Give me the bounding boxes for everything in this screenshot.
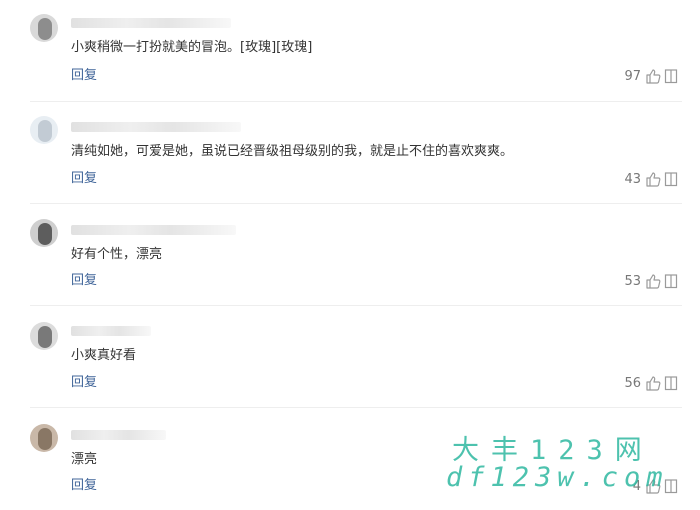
like-count: 56	[624, 375, 641, 391]
avatar[interactable]	[30, 116, 58, 144]
like-count: 53	[624, 273, 641, 289]
avatar[interactable]	[30, 424, 58, 452]
tray-icon[interactable]	[664, 68, 678, 84]
comment-text: 好有个性，漂亮	[71, 247, 163, 262]
commenter-name[interactable]	[71, 18, 231, 28]
comment-item: 好有个性，漂亮 回复 53	[0, 204, 700, 306]
tray-icon[interactable]	[664, 273, 678, 289]
reply-button[interactable]: 回复	[71, 272, 97, 290]
reply-button[interactable]: 回复	[71, 477, 97, 495]
thumb-up-icon[interactable]	[645, 478, 661, 494]
thumb-up-icon[interactable]	[645, 375, 661, 391]
comment-item: 小爽真好看 回复 56	[0, 306, 700, 408]
tray-icon[interactable]	[664, 478, 678, 494]
thumb-up-icon[interactable]	[645, 171, 661, 187]
like-control: 53	[624, 272, 678, 290]
commenter-name[interactable]	[71, 430, 166, 440]
avatar[interactable]	[30, 14, 58, 42]
comment-text: 小爽稍微一打扮就美的冒泡。[玫瑰][玫瑰]	[71, 40, 313, 55]
like-control: 4	[633, 477, 678, 495]
like-control: 43	[624, 170, 678, 188]
reply-button[interactable]: 回复	[71, 67, 97, 85]
comment-item: 小爽稍微一打扮就美的冒泡。[玫瑰][玫瑰] 回复 97	[0, 0, 700, 102]
tray-icon[interactable]	[664, 171, 678, 187]
comment-text: 清纯如她，可爱是她，虽说已经晋级祖母级别的我，就是止不住的喜欢爽爽。	[71, 144, 514, 159]
like-control: 56	[624, 374, 678, 392]
commenter-name[interactable]	[71, 225, 236, 235]
avatar[interactable]	[30, 219, 58, 247]
reply-button[interactable]: 回复	[71, 374, 97, 392]
thumb-up-icon[interactable]	[645, 68, 661, 84]
like-control: 97	[624, 67, 678, 85]
thumb-up-icon[interactable]	[645, 273, 661, 289]
comment-item: 清纯如她，可爱是她，虽说已经晋级祖母级别的我，就是止不住的喜欢爽爽。 回复 43	[0, 102, 700, 204]
like-count: 43	[624, 171, 641, 187]
commenter-name[interactable]	[71, 122, 241, 132]
tray-icon[interactable]	[664, 375, 678, 391]
commenter-name[interactable]	[71, 326, 151, 336]
like-count: 97	[624, 68, 641, 84]
comment-item: 漂亮 回复 4	[0, 408, 700, 510]
avatar[interactable]	[30, 322, 58, 350]
comment-text: 漂亮	[71, 452, 98, 467]
like-count: 4	[632, 478, 641, 494]
comment-text: 小爽真好看	[71, 348, 137, 363]
reply-button[interactable]: 回复	[71, 170, 97, 188]
